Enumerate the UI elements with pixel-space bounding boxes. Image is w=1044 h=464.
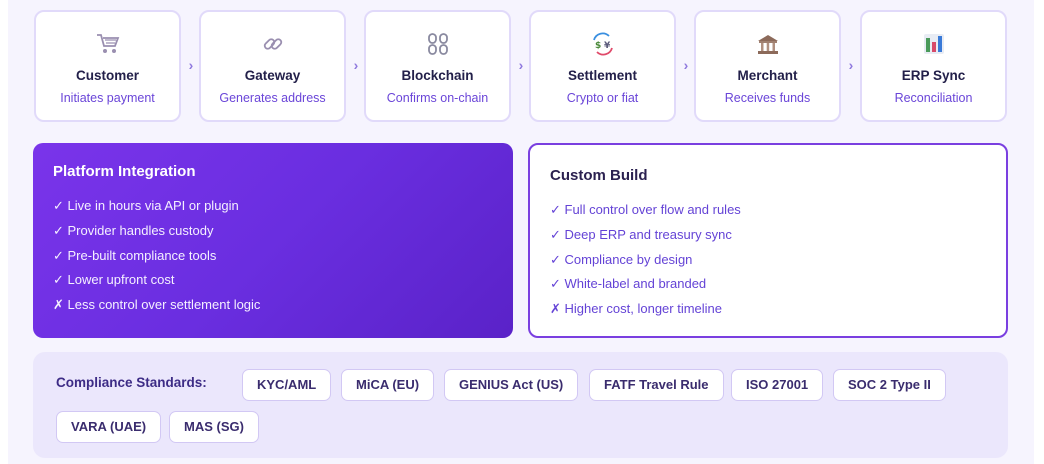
chain-icon: [366, 32, 509, 56]
feature-item: ✓ Lower upfront cost: [53, 272, 175, 288]
feature-item: ✓ Live in hours via API or plugin: [53, 198, 239, 213]
link-icon: [201, 32, 344, 56]
platform-integration-card: Platform Integration ✓ Live in hours via…: [33, 143, 513, 338]
bar-chart-icon: [862, 32, 1005, 56]
feature-item: ✓ White-label and branded: [550, 276, 707, 292]
flow-step-title: Gateway: [244, 68, 301, 83]
compliance-label: Compliance Standards:: [56, 375, 207, 390]
flow-step-subtitle: Crypto or fiat: [566, 91, 639, 105]
feature-item: ✓ Pre-built compliance tools: [53, 247, 217, 263]
feature-item: ✓ Full control over flow and rules: [550, 202, 741, 217]
flow-step-title: Blockchain: [401, 68, 474, 83]
feature-item: ✓ Deep ERP and treasury sync: [550, 226, 732, 242]
flow-step-title: Settlement: [567, 68, 638, 83]
flow-step-settlement: $ ¥ Settlement Crypto or fiat: [529, 10, 676, 122]
feature-item: ✗ Higher cost, longer timeline: [550, 301, 723, 317]
flow-arrow: ›: [683, 57, 689, 73]
feature-list: ✓ Full control over flow and rules ✓ Dee…: [550, 201, 741, 325]
svg-text:$: $: [595, 41, 601, 51]
flow-step-subtitle: Confirms on-chain: [386, 91, 489, 105]
flow-arrow: ›: [188, 57, 194, 73]
currency-exchange-icon: $ ¥: [531, 32, 674, 56]
compliance-chip: ISO 27001: [731, 369, 824, 401]
bank-icon: [696, 32, 839, 56]
flow-arrow: ›: [518, 57, 524, 73]
compliance-chip: MAS (SG): [169, 411, 259, 443]
diagram-canvas: Customer Initiates payment › Gateway Gen…: [8, 0, 1034, 464]
flow-step-subtitle: Receives funds: [724, 91, 811, 105]
flow-arrow: ›: [353, 57, 359, 73]
card-title: Custom Build: [550, 167, 648, 184]
flow-step-title: ERP Sync: [901, 68, 966, 83]
flow-step-subtitle: Initiates payment: [60, 91, 155, 105]
flow-step-title: Merchant: [737, 68, 798, 83]
flow-step-erp-sync: ERP Sync Reconciliation: [860, 10, 1007, 122]
flow-step-merchant: Merchant Receives funds: [694, 10, 841, 122]
compliance-chip: VARA (UAE): [56, 411, 162, 443]
shopping-cart-icon: [36, 32, 179, 56]
compliance-chip: FATF Travel Rule: [589, 369, 724, 401]
payment-flow: Customer Initiates payment › Gateway Gen…: [34, 10, 1008, 122]
card-title: Platform Integration: [53, 163, 196, 180]
flow-arrow: ›: [848, 57, 854, 73]
feature-item: ✓ Compliance by design: [550, 251, 693, 267]
feature-item: ✗ Less control over settlement logic: [53, 297, 261, 313]
compliance-chip: MiCA (EU): [341, 369, 435, 401]
feature-item: ✓ Provider handles custody: [53, 222, 214, 238]
flow-step-customer: Customer Initiates payment: [34, 10, 181, 122]
compliance-chip: GENIUS Act (US): [444, 369, 579, 401]
compliance-chip: KYC/AML: [242, 369, 332, 401]
feature-list: ✓ Live in hours via API or plugin ✓ Prov…: [53, 197, 260, 321]
flow-step-subtitle: Generates address: [219, 91, 326, 105]
flow-step-gateway: Gateway Generates address: [199, 10, 346, 122]
compliance-standards-panel: Compliance Standards: KYC/AML MiCA (EU) …: [33, 352, 1008, 458]
flow-step-subtitle: Reconciliation: [894, 91, 973, 105]
custom-build-card: Custom Build ✓ Full control over flow an…: [528, 143, 1008, 338]
flow-step-blockchain: Blockchain Confirms on-chain: [364, 10, 511, 122]
compliance-chip: SOC 2 Type II: [833, 369, 946, 401]
flow-step-title: Customer: [75, 68, 139, 83]
svg-text:¥: ¥: [604, 41, 611, 51]
